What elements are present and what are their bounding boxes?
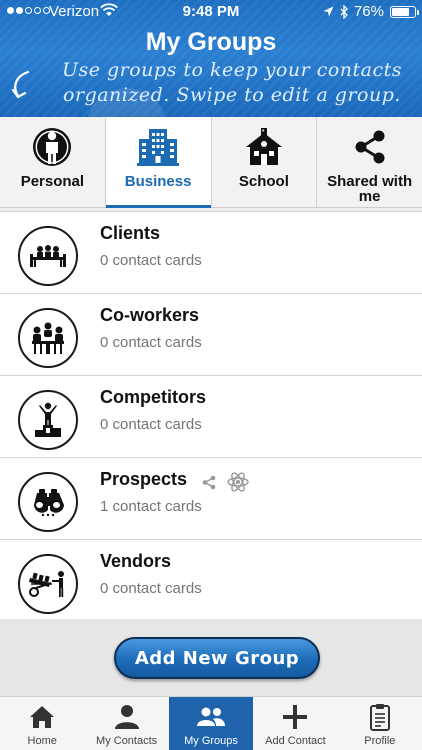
tab-shared-with-me[interactable]: Shared with me <box>317 117 422 207</box>
group-name: Vendors <box>100 551 172 571</box>
group-name: Prospects <box>100 469 188 489</box>
battery-icon <box>390 5 419 18</box>
tab-label: School <box>238 173 289 190</box>
tab-business[interactable]: Business <box>105 117 212 208</box>
hand-truck-icon <box>29 571 64 597</box>
nav-profile[interactable]: Profile <box>338 697 422 750</box>
header: Verizon 9:48 PM 76% My Groups Use groups… <box>0 0 422 117</box>
person-icon <box>33 128 72 166</box>
list-item-co-workers[interactable]: Co-workers 0 contact cards <box>0 294 422 376</box>
binoculars-icon <box>34 489 64 517</box>
group-avatar <box>18 554 78 614</box>
group-avatar <box>18 472 78 532</box>
nav-label: My Contacts <box>96 735 158 747</box>
list-item-vendors[interactable]: Vendors 0 contact cards <box>0 540 422 622</box>
group-count: 0 contact cards <box>100 334 202 351</box>
header-subtitle: Use groups to keep your contacts organiz… <box>52 58 412 108</box>
group-name: Competitors <box>100 387 207 407</box>
nav-home[interactable]: Home <box>0 697 84 750</box>
tab-label: Shared with me <box>327 173 413 205</box>
office-building-icon <box>137 129 180 166</box>
nav-label: Add Contact <box>265 735 326 747</box>
meeting-table-icon <box>30 245 66 267</box>
nav-label: Home <box>27 735 57 747</box>
group-count: 1 contact cards <box>100 498 202 515</box>
list-item-prospects[interactable]: Prospects 1 contact cards <box>0 458 422 540</box>
share-icon <box>355 130 385 164</box>
page-title: My Groups <box>145 28 277 56</box>
tab-personal[interactable]: Personal <box>0 117 106 207</box>
tab-label: Personal <box>20 173 85 190</box>
bluetooth-icon <box>340 4 348 19</box>
subtitle-line-1: Use groups to keep your contacts <box>61 59 403 81</box>
tab-label: Business <box>124 173 192 190</box>
list-item-clients[interactable]: Clients 0 contact cards <box>0 212 422 294</box>
battery-percent: 76% <box>353 3 384 20</box>
group-count: 0 contact cards <box>100 416 202 433</box>
plus-icon <box>283 705 308 729</box>
home-icon <box>30 706 55 728</box>
schoolhouse-icon <box>245 128 282 165</box>
sync-atom-icon <box>227 472 249 492</box>
add-new-group-button[interactable]: Add New Group <box>114 637 320 679</box>
clipboard-icon <box>369 704 390 731</box>
groups-icon <box>197 707 226 726</box>
location-arrow-icon <box>323 6 334 17</box>
podium-icon <box>35 402 61 437</box>
group-avatar <box>18 226 78 286</box>
group-name: Co-workers <box>100 305 200 325</box>
status-bar: Verizon 9:48 PM 76% <box>0 0 422 24</box>
footer-area: Add New Group <box>0 619 422 696</box>
nav-label: My Groups <box>184 735 238 747</box>
group-category-tabs: Personal Business School Shared with me <box>0 117 422 208</box>
subtitle-line-2: organized. Swipe to edit a group. <box>63 84 401 106</box>
contact-icon <box>114 705 139 729</box>
nav-my-contacts[interactable]: My Contacts <box>84 697 168 750</box>
nav-add-contact[interactable]: Add Contact <box>253 697 337 750</box>
group-list: Clients 0 contact cards Co-workers 0 con… <box>0 211 422 622</box>
list-item-competitors[interactable]: Competitors 0 contact cards <box>0 376 422 458</box>
group-name: Clients <box>100 223 161 243</box>
group-avatar <box>18 308 78 368</box>
group-count: 0 contact cards <box>100 252 202 269</box>
curved-arrow-icon <box>11 70 30 99</box>
tab-school[interactable]: School <box>211 117 318 207</box>
shared-group-icon <box>202 475 216 490</box>
nav-my-groups[interactable]: My Groups <box>168 697 254 750</box>
bottom-navigation: Home My Contacts My Groups Add Contact P… <box>0 696 422 750</box>
nav-label: Profile <box>364 735 396 747</box>
group-avatar <box>18 390 78 450</box>
group-count: 0 contact cards <box>100 580 202 597</box>
team-icon <box>32 322 64 354</box>
